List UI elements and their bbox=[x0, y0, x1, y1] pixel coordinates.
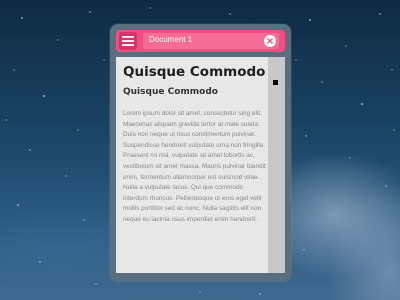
document-content-area[interactable]: Quisque Commodo Quisque Commodo Lorem ip… bbox=[116, 57, 268, 273]
document-subheading: Quisque Commodo bbox=[123, 87, 218, 97]
document-title-field[interactable]: Document 1 bbox=[143, 33, 279, 49]
vertical-scrollbar[interactable] bbox=[268, 57, 285, 273]
menu-button[interactable] bbox=[119, 32, 137, 50]
document-heading: Quisque Commodo bbox=[123, 64, 266, 80]
document-title: Document 1 bbox=[149, 35, 193, 44]
scrollbar-thumb[interactable] bbox=[273, 80, 278, 85]
document-body-text: Lorem ipsum dolor sit amet, consectetur … bbox=[123, 110, 266, 223]
close-button[interactable] bbox=[264, 35, 276, 47]
document-window: Document 1 Quisque Commodo Quisque Commo… bbox=[110, 24, 291, 281]
title-bar: Document 1 bbox=[116, 30, 285, 52]
hamburger-menu-icon bbox=[122, 36, 134, 46]
close-icon bbox=[267, 38, 273, 44]
